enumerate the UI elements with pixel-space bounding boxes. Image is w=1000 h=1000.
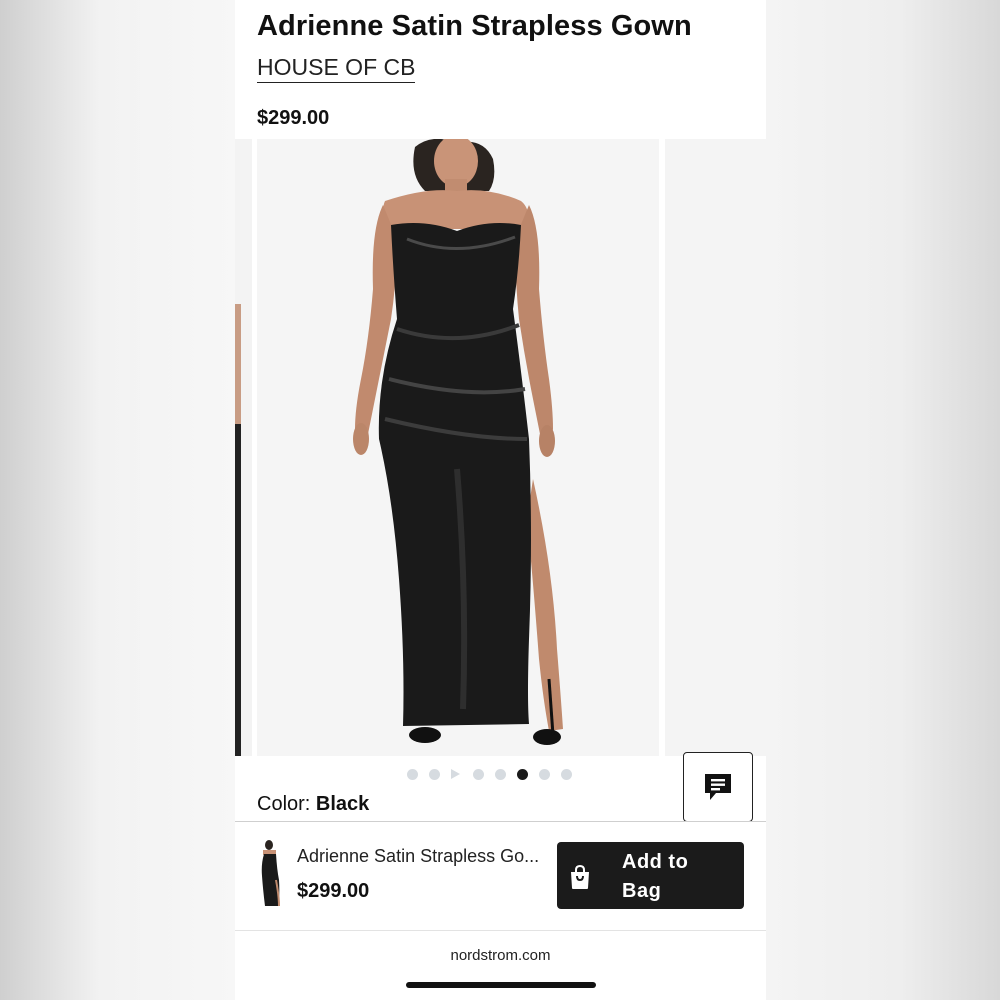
add-to-bag-button[interactable]: Add to Bag (557, 842, 744, 909)
color-selector: Color: Black (257, 793, 369, 816)
previous-image[interactable] (235, 139, 252, 756)
sticky-product-name: Adrienne Satin Strapless Go... (297, 846, 540, 866)
product-thumbnail (255, 840, 285, 910)
chat-button[interactable] (683, 752, 753, 822)
home-indicator[interactable] (406, 982, 596, 988)
pagination-dot[interactable] (429, 768, 440, 780)
pagination-dot[interactable] (561, 768, 572, 780)
previous-image-dress-edge (235, 424, 241, 756)
color-label: Color: (257, 793, 311, 815)
add-to-bag-label: Add to Bag (622, 848, 722, 906)
url-bar-domain[interactable]: nordstrom.com (235, 947, 766, 964)
product-page: Adrienne Satin Strapless Gown HOUSE OF C… (235, 0, 766, 1000)
gown-illustration (353, 139, 563, 745)
product-title: Adrienne Satin Strapless Gown (257, 10, 692, 42)
sticky-product-price: $299.00 (297, 880, 370, 902)
brand-link[interactable]: HOUSE OF CB (257, 54, 416, 83)
pagination-dot[interactable] (407, 768, 418, 780)
product-price: $299.00 (257, 107, 330, 129)
add-to-bag-line1: Add to (622, 851, 689, 873)
add-to-bag-line2: Bag (622, 880, 662, 902)
url-bar-divider (235, 930, 766, 931)
image-gallery[interactable] (235, 139, 766, 756)
main-product-image[interactable] (257, 139, 659, 756)
pagination-dot[interactable] (473, 768, 484, 780)
thumbnail-gown-image (261, 840, 280, 907)
gallery-pagination (407, 768, 572, 780)
next-image[interactable] (665, 139, 766, 756)
video-play-icon[interactable] (451, 769, 460, 779)
shopping-bag-icon (571, 864, 589, 889)
color-value: Black (315, 793, 370, 815)
sticky-bar-divider (235, 821, 766, 822)
pagination-dot[interactable] (495, 768, 506, 780)
chat-icon (705, 774, 731, 800)
pagination-dot[interactable] (539, 768, 550, 780)
pagination-dot-active[interactable] (517, 768, 528, 780)
